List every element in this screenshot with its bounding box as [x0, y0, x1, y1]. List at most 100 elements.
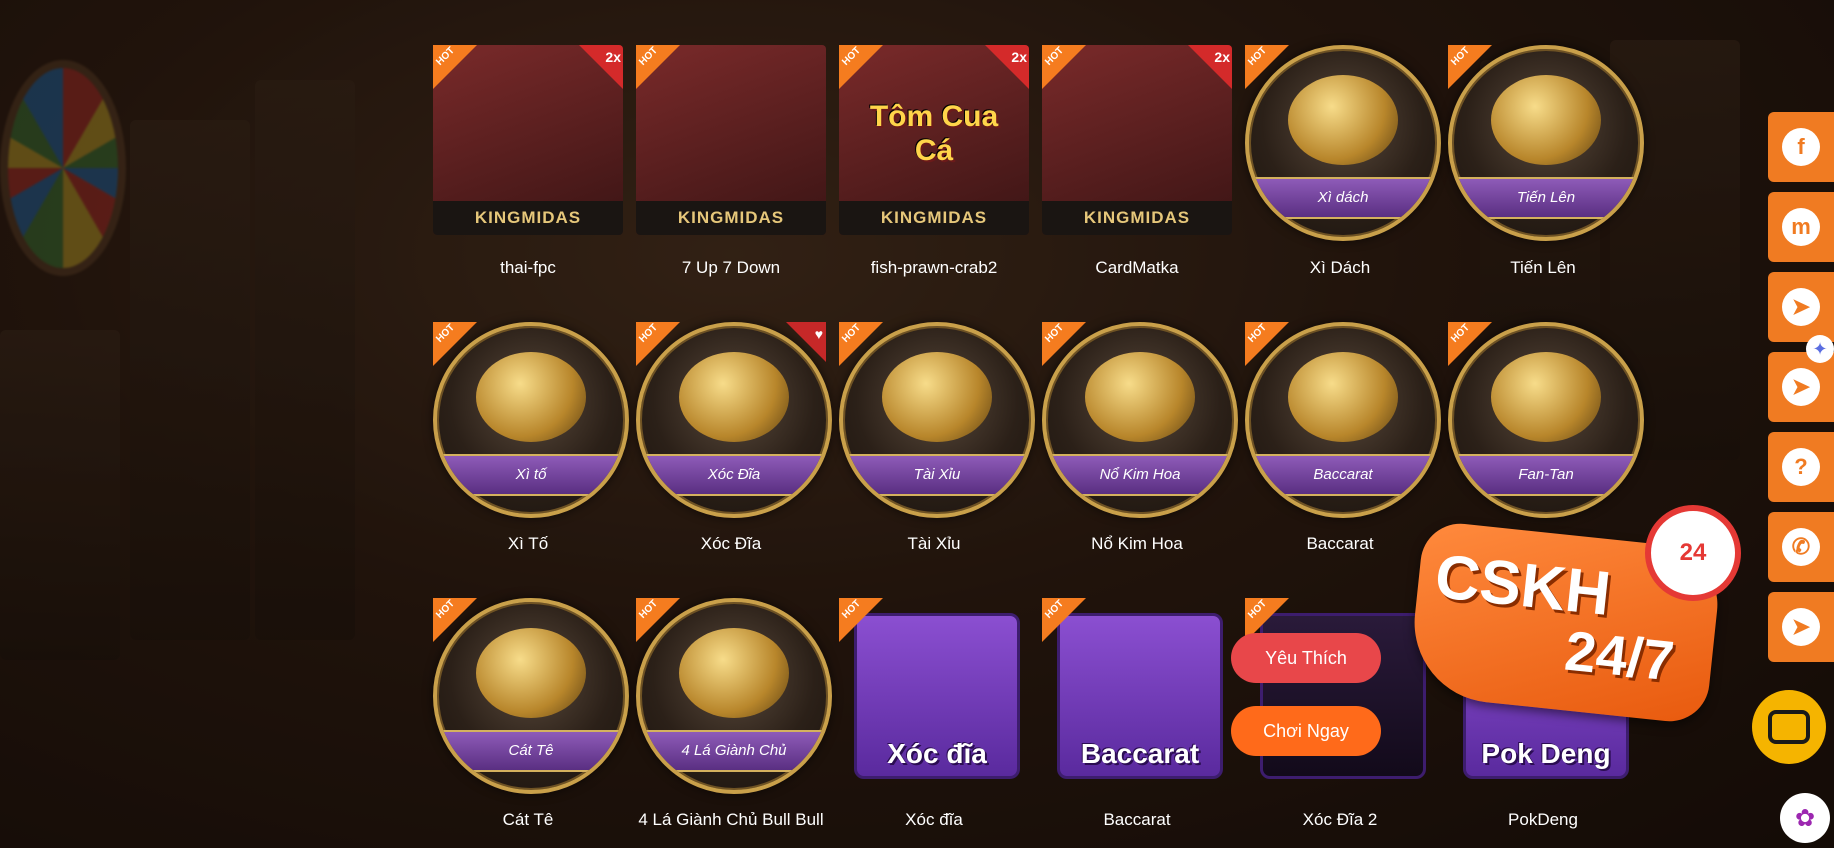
game-banner: Nổ Kim Hoa	[1046, 454, 1234, 496]
brain-icon[interactable]: ✿	[1780, 793, 1830, 843]
hot-badge: HOT	[1042, 45, 1086, 89]
bonus-badge: 2x	[1188, 45, 1232, 89]
hot-badge: HOT	[1448, 45, 1492, 89]
game-banner: Fan-Tan	[1452, 454, 1640, 496]
provider-logo: KINGMIDAS	[1042, 201, 1232, 235]
bonus-badge: 2x	[579, 45, 623, 89]
game-art	[1288, 352, 1398, 443]
game-art	[1491, 75, 1601, 166]
game-art	[882, 352, 992, 443]
game-name[interactable]: Xóc Đĩa 2	[1240, 810, 1440, 830]
hot-label: HOT	[434, 598, 457, 621]
hot-label: HOT	[434, 45, 457, 68]
game-art	[476, 628, 586, 719]
bonus-label: 2x	[605, 49, 621, 65]
game-logo-text: Pok Deng	[1481, 738, 1611, 769]
game-art	[1491, 352, 1601, 443]
game-name[interactable]: Cát Tê	[428, 810, 628, 830]
hot-label: HOT	[1449, 45, 1472, 68]
game-grid: KINGMIDAS 2x HOT thai-fpc KINGMIDAS HOT 7 Up 7…	[0, 0, 1834, 848]
hot-label: HOT	[1449, 322, 1472, 345]
game-name[interactable]: Xì Tố	[428, 534, 628, 554]
game-art	[476, 352, 586, 443]
game-name[interactable]: 4 Lá Giành Chủ Bull Bull	[631, 810, 831, 830]
game-logo-text: Xóc đĩa	[887, 738, 987, 769]
telegram-icon: ➤	[1782, 288, 1820, 326]
favorite-heart-icon[interactable]: ♥	[786, 322, 826, 362]
sidebar-telegram-button[interactable]: ➤	[1768, 352, 1834, 422]
game-name[interactable]: Xì Dách	[1240, 258, 1440, 278]
hot-badge: HOT	[433, 45, 477, 89]
help-icon: ?	[1782, 448, 1820, 486]
game-name[interactable]: CardMatka	[1037, 258, 1237, 278]
hot-badge: HOT	[433, 322, 477, 366]
live-chat-button[interactable]	[1752, 690, 1826, 764]
hot-badge: HOT	[636, 322, 680, 366]
hot-badge: HOT	[1245, 45, 1289, 89]
telegram-icon: ➤	[1782, 368, 1820, 406]
provider-logo: KINGMIDAS	[433, 201, 623, 235]
hot-label: HOT	[1043, 322, 1066, 345]
hot-badge: HOT	[839, 322, 883, 366]
game-banner: Cát Tê	[437, 730, 625, 772]
game-name[interactable]: Tài Xỉu	[834, 534, 1034, 554]
hot-label: HOT	[840, 598, 863, 621]
hot-label: HOT	[1246, 45, 1269, 68]
sparkle-icon[interactable]: ✦	[1806, 335, 1834, 363]
bonus-label: 2x	[1011, 49, 1027, 65]
bonus-label: 2x	[1214, 49, 1230, 65]
game-name[interactable]: PokDeng	[1443, 810, 1643, 830]
game-name[interactable]: Xóc Đĩa	[631, 534, 831, 554]
hot-badge: HOT	[1448, 322, 1492, 366]
game-banner: Baccarat	[1249, 454, 1437, 496]
hot-badge: HOT	[839, 598, 883, 642]
messenger-icon: m	[1782, 208, 1820, 246]
hot-badge: HOT	[1042, 598, 1086, 642]
game-name[interactable]: Xóc đĩa	[834, 810, 1034, 830]
cskh-subtitle: 24/7	[1562, 618, 1677, 693]
provider-logo: KINGMIDAS	[636, 201, 826, 235]
clock-number: 24	[1679, 539, 1707, 566]
hot-label: HOT	[1246, 322, 1269, 345]
favorite-button[interactable]: Yêu Thích	[1231, 633, 1381, 683]
clock-24-icon: 24	[1645, 505, 1741, 601]
game-name[interactable]: Tiến Lên	[1443, 258, 1643, 278]
game-art	[1085, 352, 1195, 443]
sidebar-telegram-button[interactable]: ➤	[1768, 592, 1834, 662]
game-banner: Tiến Lên	[1452, 177, 1640, 219]
hot-label: HOT	[1043, 598, 1066, 621]
sidebar-telegram-button[interactable]: ➤	[1768, 272, 1834, 342]
customer-support-badge[interactable]: CSKH 24/7 24	[1406, 505, 1741, 726]
hot-label: HOT	[637, 322, 660, 345]
hot-badge: HOT	[1245, 322, 1289, 366]
game-name[interactable]: thai-fpc	[428, 258, 628, 278]
game-banner: Xì tố	[437, 454, 625, 496]
game-name[interactable]: fish-prawn-crab2	[834, 258, 1034, 278]
game-name[interactable]: Baccarat	[1037, 810, 1237, 830]
provider-logo: KINGMIDAS	[839, 201, 1029, 235]
hot-label: HOT	[1043, 45, 1066, 68]
facebook-icon: f	[1782, 128, 1820, 166]
game-name[interactable]: Nổ Kim Hoa	[1037, 534, 1237, 554]
game-name[interactable]: 7 Up 7 Down	[631, 258, 831, 278]
phone-icon: ✆	[1782, 528, 1820, 566]
bonus-badge: 2x	[985, 45, 1029, 89]
game-art	[679, 628, 789, 719]
play-now-button[interactable]: Chơi Ngay	[1231, 706, 1381, 756]
sidebar-phone-button[interactable]: ✆	[1768, 512, 1834, 582]
chat-bubble-icon	[1768, 710, 1810, 744]
game-banner: Xì dách	[1249, 177, 1437, 219]
sidebar-help-button[interactable]: ?	[1768, 432, 1834, 502]
telegram-icon: ➤	[1782, 608, 1820, 646]
hot-badge: HOT	[636, 598, 680, 642]
game-banner: Tài Xỉu	[843, 454, 1031, 496]
hot-label: HOT	[637, 598, 660, 621]
hot-badge: HOT	[433, 598, 477, 642]
game-name[interactable]: Baccarat	[1240, 534, 1440, 554]
game-art	[1288, 75, 1398, 166]
sidebar-facebook-button[interactable]: f	[1768, 112, 1834, 182]
hot-label: HOT	[840, 322, 863, 345]
sidebar-messenger-button[interactable]: m	[1768, 192, 1834, 262]
game-art	[679, 352, 789, 443]
game-banner: Xóc Đĩa	[640, 454, 828, 496]
